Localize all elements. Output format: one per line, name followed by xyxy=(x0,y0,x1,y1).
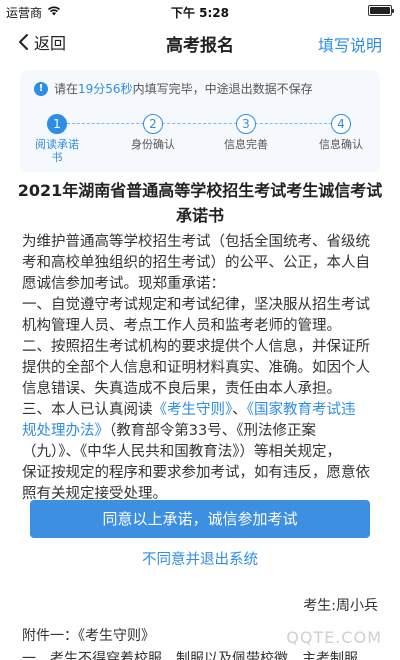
disagree-exit-link[interactable]: 不同意并退出系统 xyxy=(0,548,400,569)
candidate-signature: 考生:周小兵 xyxy=(303,598,378,614)
doc-text: 三、本人已认真阅读 xyxy=(22,402,153,418)
timer-remaining: 19分56秒 xyxy=(78,82,133,96)
doc-line: （九）》、《中华人民共和国教育法》）等相关规定， xyxy=(22,444,341,460)
step-label: 信息完善 xyxy=(224,138,268,151)
doc-line: 信息错误、失真造成不良后果，责任由本人承担。 xyxy=(22,381,341,397)
doc-line: 愿诚信参加考试。现郑重承诺： xyxy=(22,276,225,292)
doc-line: 二、按照招生考试机构的要求提供个人信息，并保证所 xyxy=(22,339,370,355)
doc-line: 提供的全部个人信息和证明材料真实、准确。如因个人 xyxy=(22,360,370,376)
step-number: 3 xyxy=(236,114,256,134)
doc-line: 考和高校单独组织的招生考试）的公平、公正，本人自 xyxy=(22,255,370,271)
step-label: 信息确认 xyxy=(319,138,363,151)
attachment-label: 附件一：《考生守则》 xyxy=(22,628,155,644)
timer-suffix: 内填写完毕，中途退出数据不保存 xyxy=(132,82,313,96)
document-body: 为维护普通高等学校招生考试（包括全国统考、省级统 考和高校单独组织的招生考试）的… xyxy=(22,232,380,505)
timer-prefix: 请在 xyxy=(54,82,79,96)
watermark-text: QQTE.COM xyxy=(286,628,382,647)
doc-text: （教育部令第33号、《刑法修正案 xyxy=(109,423,316,439)
doc-line: 一、自觉遵守考试规定和考试纪律，坚决服从招生考试 xyxy=(22,297,370,313)
progress-card: ! 请在 19分56秒 内填写完毕，中途退出数据不保存 1 阅读承诺 书 2 身… xyxy=(20,70,380,172)
nav-bar: 返回 高考报名 填写说明 xyxy=(0,22,400,62)
doc-line: 为维护普通高等学校招生考试（包括全国统考、省级统 xyxy=(22,234,370,250)
doc-line: 保证按规定的程序和要求参加考试，如有违反，愿意依 xyxy=(22,465,370,481)
step-3: 3 信息完善 xyxy=(211,114,281,151)
app-screen: 运营商 下午 5:28 返回 高考报名 填写说明 ! 请在 19分56秒 内填写… xyxy=(0,0,400,660)
timer-notice: ! 请在 19分56秒 内填写完毕，中途退出数据不保存 xyxy=(34,80,313,97)
step-indicator: 1 阅读承诺 书 2 身份确认 3 信息完善 4 信息确认 xyxy=(20,114,380,174)
instructions-link[interactable]: 填写说明 xyxy=(318,32,382,56)
step-number: 2 xyxy=(143,114,163,134)
rules-link[interactable]: 《考生守则》 xyxy=(153,402,233,418)
document-title-line2: 承诺书 xyxy=(175,206,224,225)
status-time: 下午 5:28 xyxy=(170,6,230,20)
step-label: 阅读承诺 书 xyxy=(22,138,92,164)
battery-icon xyxy=(368,5,394,16)
doc-line: 三、本人已认真阅读《考生守则》、《国家教育考试违 xyxy=(22,400,380,421)
step-number: 4 xyxy=(331,114,351,134)
violation-rules-link-part2[interactable]: 规处理办法》 xyxy=(22,423,109,439)
agree-button[interactable]: 同意以上承诺，诚信参加考试 xyxy=(30,500,370,538)
attachment-line: 一、考生不得穿着校服、制服以及佩带校徽、主考制服 xyxy=(22,651,358,660)
step-1: 1 阅读承诺 书 xyxy=(22,114,92,164)
document-title-line1: 2021年湖南省普通高等学校招生考试考生诚信考试 xyxy=(17,181,383,200)
step-4: 4 信息确认 xyxy=(306,114,376,151)
status-bar: 运营商 下午 5:28 xyxy=(0,0,400,22)
doc-line: 规处理办法》（教育部令第33号、《刑法修正案 xyxy=(22,421,380,442)
step-label-line1: 阅读承诺 xyxy=(35,138,79,151)
step-2: 2 身份确认 xyxy=(118,114,188,151)
step-number: 1 xyxy=(47,114,67,134)
doc-text: 、 xyxy=(232,402,247,418)
violation-rules-link-part1[interactable]: 《国家教育考试违 xyxy=(247,402,356,418)
step-label-line2: 书 xyxy=(51,151,63,164)
info-icon: ! xyxy=(34,81,48,96)
step-label: 身份确认 xyxy=(131,138,175,151)
doc-line: 机构管理人员、考点工作人员和监考老师的管理。 xyxy=(22,318,341,334)
document-title: 2021年湖南省普通高等学校招生考试考生诚信考试 承诺书 xyxy=(14,178,386,228)
